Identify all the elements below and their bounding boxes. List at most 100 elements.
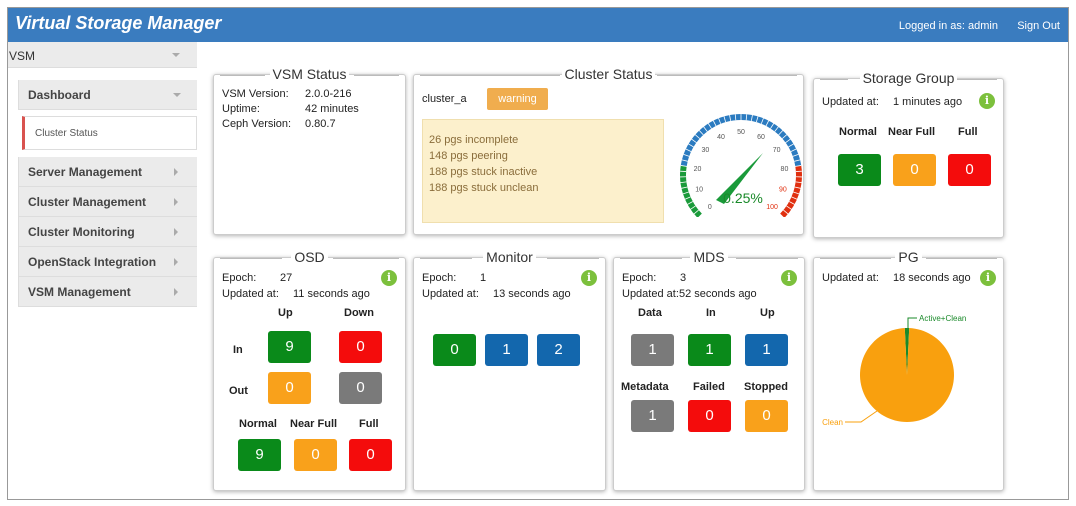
osd-in-up-box[interactable]: 9 xyxy=(268,331,311,363)
updated-label: Updated at: xyxy=(222,288,279,300)
gauge-value: 0.25% xyxy=(723,190,763,206)
app-window: Virtual Storage Manager Logged in as: ad… xyxy=(7,7,1069,500)
col-metadata: Metadata xyxy=(621,381,669,393)
full-count-box[interactable]: 0 xyxy=(948,154,991,186)
mds-failed-box[interactable]: 0 xyxy=(688,400,731,432)
mds-up-box[interactable]: 1 xyxy=(745,334,788,366)
col-down: Down xyxy=(344,307,374,319)
near-full-count-box[interactable]: 0 xyxy=(893,154,936,186)
updated-value: 18 seconds ago xyxy=(893,272,971,284)
sidebar: VSM Dashboard Cluster Status Server Mana… xyxy=(8,42,197,492)
osd-in-down-box[interactable]: 0 xyxy=(339,331,382,363)
info-icon[interactable]: i xyxy=(980,270,996,286)
info-icon[interactable]: i xyxy=(381,270,397,286)
sidebar-root-vsm[interactable]: VSM xyxy=(8,42,197,68)
gauge-tick-label: 70 xyxy=(773,147,781,154)
col-normal: Normal xyxy=(239,418,277,430)
gauge-tick-label: 90 xyxy=(779,187,787,194)
storage-group-panel: Storage Group Updated at: 1 minutes ago … xyxy=(813,70,1004,238)
sidebar-item-cluster-management[interactable]: Cluster Management xyxy=(18,187,197,217)
updated-value: 52 seconds ago xyxy=(679,288,757,300)
updated-value: 13 seconds ago xyxy=(493,288,571,300)
osd-panel: OSD Epoch: 27 i Updated at: 11 seconds a… xyxy=(213,249,406,491)
mds-stopped-box[interactable]: 0 xyxy=(745,400,788,432)
osd-near-full-box[interactable]: 0 xyxy=(294,439,337,471)
info-icon[interactable]: i xyxy=(979,93,995,109)
monitor-box[interactable]: 2 xyxy=(537,334,580,366)
app-title: Virtual Storage Manager xyxy=(15,13,222,33)
epoch-value: 27 xyxy=(280,272,293,284)
monitor-box[interactable]: 1 xyxy=(485,334,528,366)
epoch-value: 1 xyxy=(480,272,487,284)
osd-out-up-box[interactable]: 0 xyxy=(268,372,311,404)
mds-in-box[interactable]: 1 xyxy=(688,334,731,366)
sidebar-item-vsm-management[interactable]: VSM Management xyxy=(18,277,197,307)
uptime-label: Uptime: xyxy=(222,103,260,115)
sidebar-item-label: Server Management xyxy=(28,165,143,179)
col-full: Full xyxy=(359,418,379,430)
mds-title: MDS xyxy=(614,249,804,265)
gauge-tick-label: 100 xyxy=(766,204,778,211)
chevron-right-icon xyxy=(174,258,178,266)
sidebar-item-server-management[interactable]: Server Management xyxy=(18,157,197,187)
sidebar-item-label: Cluster Monitoring xyxy=(28,225,135,239)
storage-group-title: Storage Group xyxy=(814,70,1003,86)
col-near-full: Near Full xyxy=(290,418,338,430)
sidebar-item-cluster-status[interactable]: Cluster Status xyxy=(22,116,197,150)
osd-normal-box[interactable]: 9 xyxy=(238,439,281,471)
mds-panel: MDS Epoch: 3 i Updated at: 52 seconds ag… xyxy=(613,249,805,491)
monitor-box[interactable]: 0 xyxy=(433,334,476,366)
sidebar-item-label: OpenStack Integration xyxy=(28,255,157,269)
health-message: 26 pgs incomplete xyxy=(429,134,519,146)
health-messages-box: 26 pgs incomplete 148 pgs peering 188 pg… xyxy=(422,119,664,223)
gauge-tick xyxy=(734,114,737,121)
col-full: Full xyxy=(958,126,978,138)
sidebar-root-label: VSM xyxy=(9,49,36,63)
info-icon[interactable]: i xyxy=(781,270,797,286)
sidebar-item-label: Cluster Status xyxy=(35,128,98,139)
col-stopped: Stopped xyxy=(744,381,788,393)
col-failed: Failed xyxy=(693,381,725,393)
sign-out-link[interactable]: Sign Out xyxy=(1017,20,1060,32)
epoch-label: Epoch: xyxy=(622,272,657,284)
pie-label: Clean xyxy=(822,418,843,427)
chevron-right-icon xyxy=(174,168,178,176)
gauge-tick-label: 0 xyxy=(708,204,712,211)
col-up: Up xyxy=(760,307,775,319)
epoch-label: Epoch: xyxy=(422,272,457,284)
monitor-title: Monitor xyxy=(414,249,605,265)
updated-value: 11 seconds ago xyxy=(293,288,370,300)
osd-full-box[interactable]: 0 xyxy=(349,439,392,471)
chevron-right-icon xyxy=(174,198,178,206)
sidebar-item-dashboard[interactable]: Dashboard xyxy=(18,80,197,110)
vsm-status-panel: VSM Status VSM Version: 2.0.0-216 Uptime… xyxy=(213,66,406,235)
normal-count-box[interactable]: 3 xyxy=(838,154,881,186)
col-up: Up xyxy=(278,307,293,319)
gauge-tick-label: 50 xyxy=(737,129,745,136)
ceph-version-label: Ceph Version: xyxy=(222,118,292,130)
epoch-label: Epoch: xyxy=(222,272,257,284)
chevron-down-icon xyxy=(172,53,180,57)
col-near-full: Near Full xyxy=(888,126,936,138)
ceph-version-value: 0.80.7 xyxy=(305,118,336,130)
mds-metadata-box[interactable]: 1 xyxy=(631,400,674,432)
pg-title: PG xyxy=(814,249,1003,265)
gauge-tick-label: 30 xyxy=(702,147,710,154)
health-message: 188 pgs stuck inactive xyxy=(429,166,538,178)
gauge-band-mid xyxy=(680,114,802,167)
sidebar-item-label: VSM Management xyxy=(28,285,131,299)
cluster-status-title: Cluster Status xyxy=(414,66,803,82)
chevron-down-icon xyxy=(173,93,181,97)
sidebar-item-openstack-integration[interactable]: OpenStack Integration xyxy=(18,247,197,277)
mds-data-box[interactable]: 1 xyxy=(631,334,674,366)
gauge-tick xyxy=(745,114,748,121)
sidebar-item-cluster-monitoring[interactable]: Cluster Monitoring xyxy=(18,217,197,247)
osd-out-down-box[interactable]: 0 xyxy=(339,372,382,404)
pg-pie-chart: Active+Clean Clean xyxy=(822,314,966,427)
col-normal: Normal xyxy=(839,126,877,138)
osd-title: OSD xyxy=(214,249,405,265)
top-bar: Virtual Storage Manager Logged in as: ad… xyxy=(8,8,1068,42)
row-in: In xyxy=(233,344,243,356)
updated-value: 1 minutes ago xyxy=(893,96,963,108)
info-icon[interactable]: i xyxy=(581,270,597,286)
